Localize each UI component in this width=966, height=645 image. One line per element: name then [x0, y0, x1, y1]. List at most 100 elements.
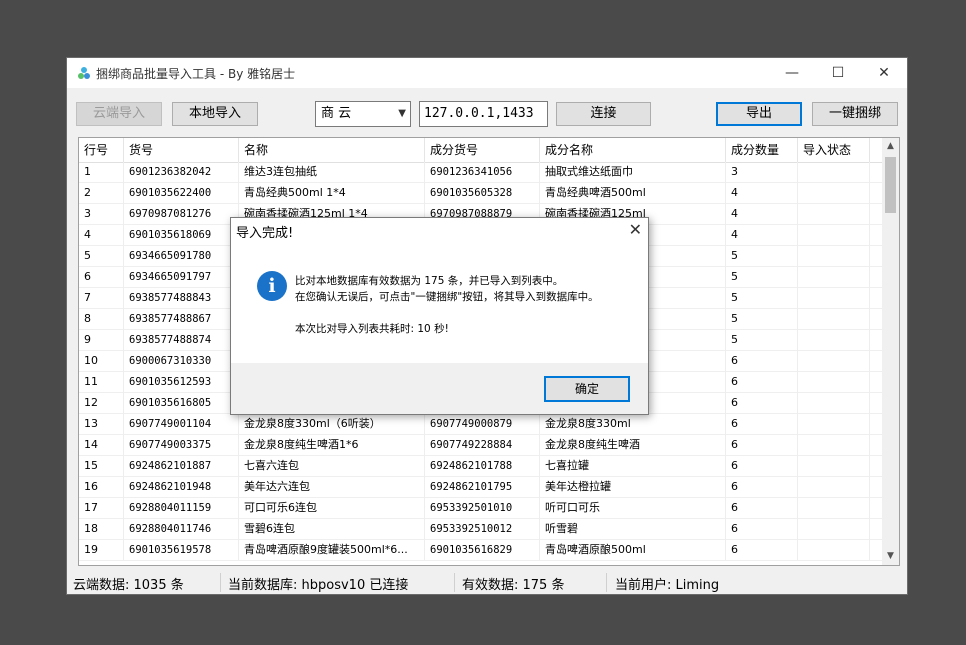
column-header-component-qty[interactable]: 成分数量 [726, 138, 798, 162]
cell-name: 青岛经典500ml 1*4 [239, 183, 425, 204]
column-header-component-sku[interactable]: 成分货号 [425, 138, 540, 162]
database-select[interactable]: 商 云 ▼ [315, 101, 411, 127]
cell-name: 维达3连包抽纸 [239, 162, 425, 183]
cell-import-status [798, 456, 870, 477]
vertical-scrollbar[interactable]: ▲ ▼ [882, 138, 899, 565]
cell-row-no: 17 [79, 498, 124, 519]
info-icon: i [257, 271, 287, 301]
scroll-down-icon[interactable]: ▼ [882, 548, 899, 565]
status-divider [220, 573, 221, 592]
cell-row-no: 14 [79, 435, 124, 456]
cell-sku: 6934665091780 [124, 246, 239, 267]
cell-component-sku: 6901236341056 [425, 162, 540, 183]
table-row[interactable]: 18 6928804011746 雪碧6连包 6953392510012 听雪碧 6 [79, 519, 884, 540]
cell-component-name: 抽取式维达纸面巾 [540, 162, 726, 183]
bundle-button[interactable]: 一键捆绑 [812, 102, 898, 126]
status-bar: 云端数据: 1035 条 当前数据库: hbposv10 已连接 有效数据: 1… [67, 571, 907, 594]
cell-component-sku: 6924862101788 [425, 456, 540, 477]
cell-row-no: 4 [79, 225, 124, 246]
maximize-button[interactable]: ☐ [815, 58, 861, 88]
column-header-import-status[interactable]: 导入状态 [798, 138, 870, 162]
cell-row-no: 5 [79, 246, 124, 267]
table-row[interactable]: 14 6907749003375 金龙泉8度纯生啤酒1*6 6907749228884… [79, 435, 884, 456]
cell-component-sku: 6907749228884 [425, 435, 540, 456]
table-row[interactable]: 16 6924862101948 美年达六连包 6924862101795 美年达橙拉罐… [79, 477, 884, 498]
cell-component-sku: 6953392501010 [425, 498, 540, 519]
cell-sku: 6938577488843 [124, 288, 239, 309]
cell-component-qty: 5 [726, 246, 798, 267]
cell-name: 雪碧6连包 [239, 519, 425, 540]
cell-sku: 6901035619578 [124, 540, 239, 561]
minimize-button[interactable]: — [769, 58, 815, 88]
export-button[interactable]: 导出 [716, 102, 802, 126]
cell-sku: 6928804011159 [124, 498, 239, 519]
local-import-button[interactable]: 本地导入 [172, 102, 258, 126]
cell-component-sku: 6901035605328 [425, 183, 540, 204]
cell-name: 金龙泉8度纯生啤酒1*6 [239, 435, 425, 456]
cell-component-name: 听雪碧 [540, 519, 726, 540]
cell-row-no: 1 [79, 162, 124, 183]
cell-component-name: 美年达橙拉罐 [540, 477, 726, 498]
cell-component-sku: 6953392510012 [425, 519, 540, 540]
cell-component-qty: 6 [726, 351, 798, 372]
cell-row-no: 10 [79, 351, 124, 372]
cell-name: 青岛啤酒原酿9度罐装500ml*6... [239, 540, 425, 561]
cell-sku: 6901236382042 [124, 162, 239, 183]
chevron-down-icon: ▼ [398, 108, 406, 119]
table-row[interactable]: 19 6901035619578 青岛啤酒原酿9度罐装500ml*6... 69010… [79, 540, 884, 561]
cell-import-status [798, 519, 870, 540]
close-button[interactable]: ✕ [861, 58, 907, 88]
cloud-import-button[interactable]: 云端导入 [76, 102, 162, 126]
cell-row-no: 2 [79, 183, 124, 204]
cell-import-status [798, 267, 870, 288]
cell-row-no: 12 [79, 393, 124, 414]
table-row[interactable]: 15 6924862101887 七喜六连包 6924862101788 七喜拉罐 6 [79, 456, 884, 477]
dialog-close-icon[interactable]: ✕ [629, 220, 642, 239]
cell-component-name: 金龙泉8度纯生啤酒 [540, 435, 726, 456]
cell-component-name: 青岛啤酒原酿500ml [540, 540, 726, 561]
cell-sku: 6924862101887 [124, 456, 239, 477]
cell-row-no: 8 [79, 309, 124, 330]
ok-button[interactable]: 确定 [544, 376, 630, 402]
cell-component-qty: 6 [726, 540, 798, 561]
cell-import-status [798, 183, 870, 204]
status-divider [454, 573, 455, 592]
column-header-row-no[interactable]: 行号 [79, 138, 124, 162]
cell-name: 可口可乐6连包 [239, 498, 425, 519]
table-row[interactable]: 13 6907749001104 金龙泉8度330ml（6听装） 6907749000… [79, 414, 884, 435]
column-header-sku[interactable]: 货号 [124, 138, 239, 162]
cell-component-qty: 3 [726, 162, 798, 183]
cell-import-status [798, 288, 870, 309]
cell-sku: 6901035616805 [124, 393, 239, 414]
table-row[interactable]: 17 6928804011159 可口可乐6连包 6953392501010 听可口可乐… [79, 498, 884, 519]
table-row[interactable]: 1 6901236382042 维达3连包抽纸 6901236341056 抽取式维达纸… [79, 162, 884, 183]
cell-row-no: 9 [79, 330, 124, 351]
column-header-component-name[interactable]: 成分名称 [540, 138, 726, 162]
scroll-thumb[interactable] [885, 157, 896, 213]
cell-sku: 6907749001104 [124, 414, 239, 435]
cell-component-qty: 6 [726, 519, 798, 540]
cell-row-no: 11 [79, 372, 124, 393]
connect-button[interactable]: 连接 [556, 102, 651, 126]
cell-import-status [798, 204, 870, 225]
status-db-connection: 当前数据库: hbposv10 已连接 [228, 578, 409, 593]
cell-component-name: 青岛经典啤酒500ml [540, 183, 726, 204]
cell-row-no: 7 [79, 288, 124, 309]
scroll-up-icon[interactable]: ▲ [882, 138, 899, 155]
dialog-title: 导入完成! [236, 226, 294, 241]
table-row[interactable]: 2 6901035622400 青岛经典500ml 1*4 6901035605328… [79, 183, 884, 204]
cell-component-qty: 4 [726, 225, 798, 246]
column-header-name[interactable]: 名称 [239, 138, 425, 162]
cell-row-no: 18 [79, 519, 124, 540]
cell-component-qty: 5 [726, 267, 798, 288]
cell-component-qty: 5 [726, 288, 798, 309]
cell-row-no: 13 [79, 414, 124, 435]
cell-import-status [798, 330, 870, 351]
cell-import-status [798, 414, 870, 435]
cell-component-qty: 6 [726, 393, 798, 414]
server-address-input[interactable]: 127.0.0.1,1433 [419, 101, 548, 127]
cell-component-qty: 5 [726, 309, 798, 330]
cell-component-name: 听可口可乐 [540, 498, 726, 519]
cell-import-status [798, 309, 870, 330]
cell-row-no: 16 [79, 477, 124, 498]
